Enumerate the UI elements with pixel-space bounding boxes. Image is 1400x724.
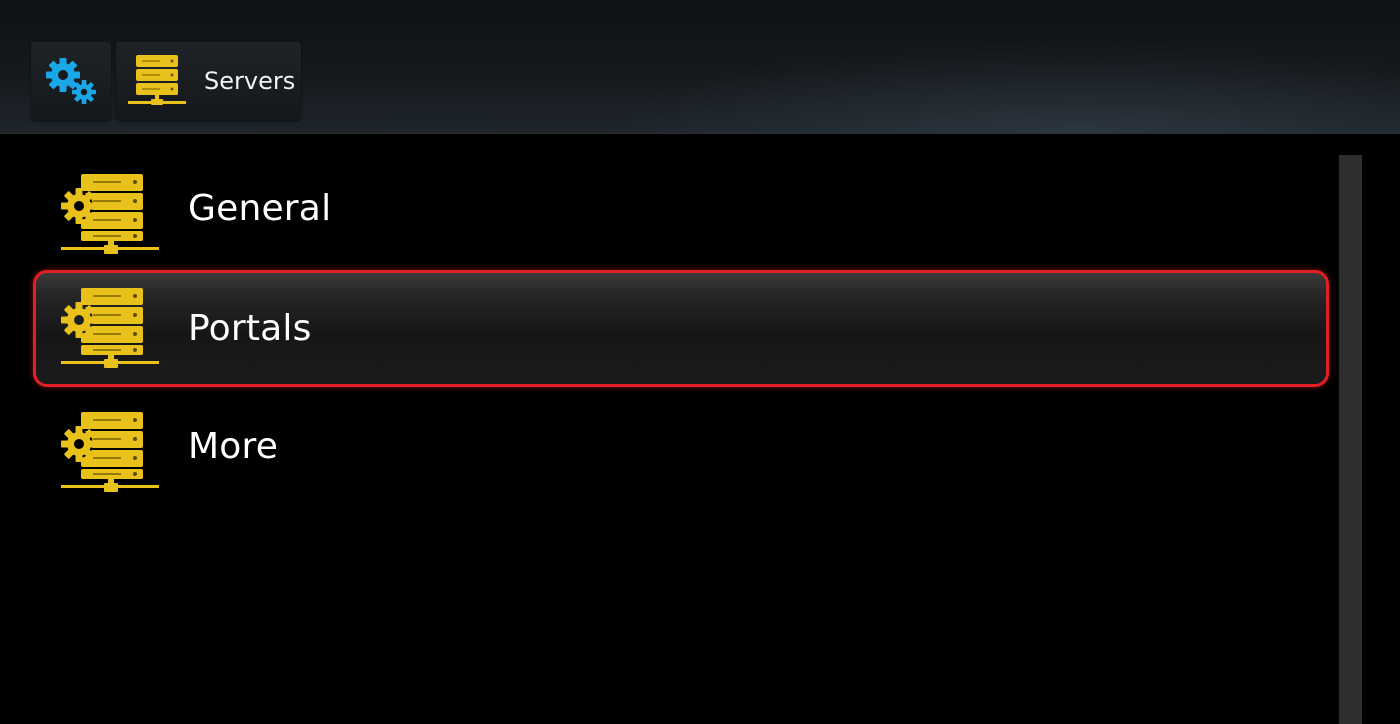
server-icon [128, 55, 186, 105]
header-bar: Servers [0, 0, 1400, 134]
menu-item-portals[interactable]: Portals [33, 270, 1329, 387]
server-settings-icon [61, 288, 159, 368]
menu-item-label: More [188, 426, 279, 467]
menu-item-label: General [188, 188, 332, 229]
gears-icon [46, 58, 96, 104]
server-settings-icon [61, 174, 159, 254]
server-settings-icon [61, 412, 159, 492]
menu-item-general[interactable]: General [33, 150, 1329, 267]
breadcrumb-current-label: Servers [204, 67, 296, 95]
menu-item-more[interactable]: More [33, 388, 1329, 505]
settings-breadcrumb-button[interactable] [31, 42, 111, 120]
servers-breadcrumb-button[interactable]: Servers [116, 42, 301, 120]
scrollbar[interactable] [1339, 155, 1362, 724]
settings-screen: Servers General Portals More [0, 0, 1400, 724]
menu-item-label: Portals [188, 308, 312, 349]
